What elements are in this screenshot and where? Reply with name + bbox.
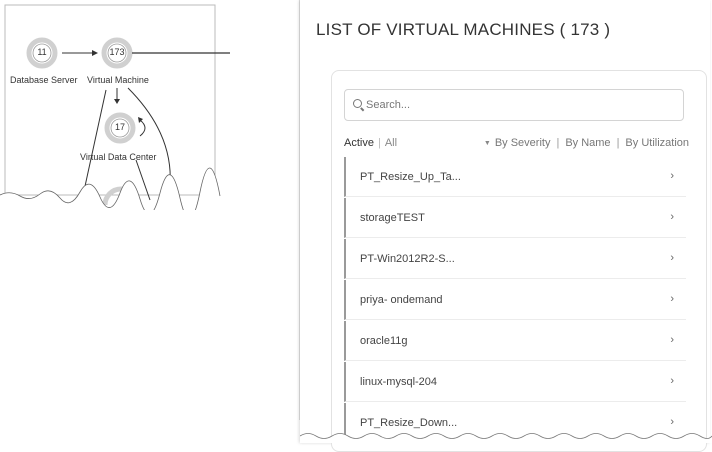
chevron-right-icon: › [670, 211, 674, 223]
vm-name: PT_Resize_Up_Ta... [360, 170, 461, 183]
vm-name: linux-mysql-204 [360, 375, 438, 388]
virtual-machine-count: 173 [109, 47, 125, 57]
sort-by-name[interactable]: By Name [565, 137, 610, 149]
list-item[interactable]: priya- ondemand › [344, 280, 686, 320]
chevron-right-icon: › [670, 334, 674, 346]
chevron-right-icon: › [670, 375, 674, 387]
filter-active[interactable]: Active [344, 137, 374, 149]
vm-name: storageTEST [360, 211, 425, 224]
sort-separator: | [556, 137, 560, 149]
sort-by-utilization[interactable]: By Utilization [625, 137, 689, 149]
topology-canvas [0, 4, 230, 210]
search-box[interactable] [344, 89, 684, 121]
list-item[interactable]: storageTEST › [344, 198, 686, 238]
virtual-machine-label: Virtual Machine [87, 75, 149, 85]
vm-name: PT-Win2012R2-S... [360, 252, 455, 265]
vm-list-panel: LIST OF VIRTUAL MACHINES ( 173 ) Active … [300, 0, 710, 452]
chevron-right-icon: › [670, 252, 674, 264]
sort-separator: | [616, 137, 620, 149]
topology-frame [4, 4, 216, 196]
filter-row: Active | All ▼ By Severity | By Name | B… [344, 137, 689, 149]
filter-all[interactable]: All [385, 137, 397, 149]
search-input[interactable] [366, 99, 666, 111]
vm-list-container: Active | All ▼ By Severity | By Name | B… [331, 70, 707, 452]
sort-by-severity[interactable]: By Severity [495, 137, 551, 149]
topology-map: 11 173 17 Database Server Virtual Machin… [0, 0, 230, 210]
list-item[interactable]: PT_Resize_Up_Ta... › [344, 157, 686, 197]
panel-torn-edge [300, 433, 712, 443]
chevron-right-icon: › [670, 293, 674, 305]
chevron-right-icon: › [670, 170, 674, 182]
vm-list: PT_Resize_Up_Ta... › storageTEST › PT-Win2… [344, 157, 686, 444]
sort-caret-icon: ▼ [483, 139, 491, 147]
list-item[interactable]: oracle11g › [344, 321, 686, 361]
search-icon [353, 99, 365, 111]
vm-name: priya- ondemand [360, 293, 443, 306]
list-item[interactable]: PT-Win2012R2-S... › [344, 239, 686, 279]
list-item[interactable]: linux-mysql-204 › [344, 362, 686, 402]
vm-name: PT_Resize_Down... [360, 416, 458, 429]
vm-name: oracle11g [360, 334, 408, 347]
database-server-label: Database Server [10, 75, 78, 85]
database-server-count: 11 [37, 47, 47, 57]
filter-separator: | [377, 137, 381, 149]
panel-title: LIST OF VIRTUAL MACHINES ( 173 ) [316, 20, 611, 39]
virtual-data-center-label: Virtual Data Center [80, 152, 157, 162]
chevron-right-icon: › [670, 416, 674, 428]
sort-options: ▼ By Severity | By Name | By Utilization [484, 137, 689, 149]
virtual-data-center-count: 17 [114, 122, 125, 132]
